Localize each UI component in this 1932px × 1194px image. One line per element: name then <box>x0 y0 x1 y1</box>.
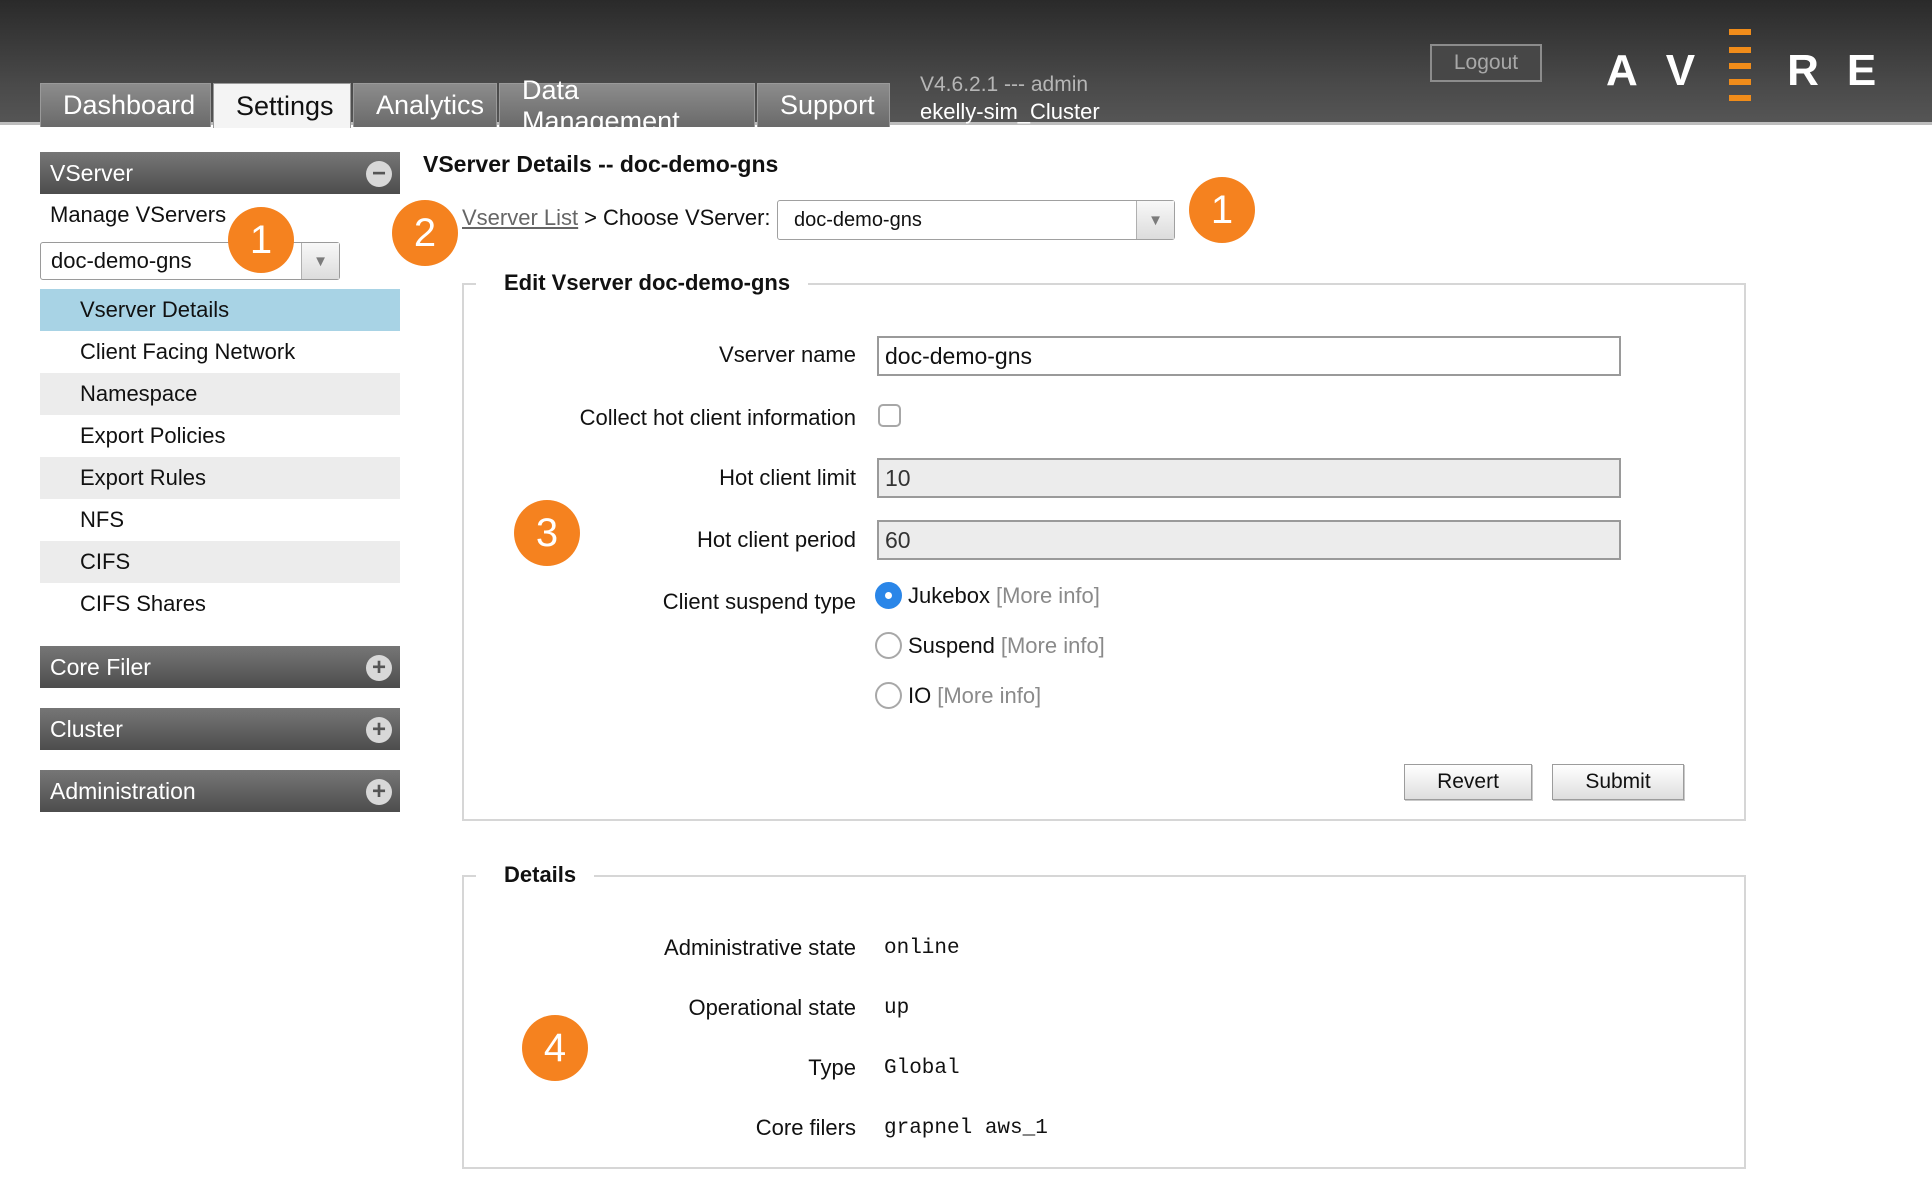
logo-letter-e: E <box>1846 46 1877 95</box>
radio-jukebox[interactable] <box>875 582 902 609</box>
core-filers-value: grapnel aws_1 <box>884 1117 1048 1140</box>
logo-e-mark-icon <box>1729 29 1752 113</box>
choose-vserver-value: doc-demo-gns <box>794 208 922 231</box>
type-label: Type <box>808 1055 856 1080</box>
vserver-name-label: Vserver name <box>719 342 856 367</box>
collect-hot-client-label: Collect hot client information <box>579 405 856 430</box>
breadcrumb: Vserver List > Choose VServer: <box>462 205 771 231</box>
top-header: Dashboard Settings Analytics Data Manage… <box>0 0 1932 136</box>
callout-badge-1-sidebar: 1 <box>228 207 294 273</box>
radio-io[interactable] <box>875 682 902 709</box>
hot-client-period-input[interactable] <box>877 520 1621 560</box>
submit-button[interactable]: Submit <box>1552 764 1684 800</box>
callout-badge-3: 3 <box>514 500 580 566</box>
tab-dashboard[interactable]: Dashboard <box>40 83 211 127</box>
manage-vservers-label: Manage VServers <box>50 202 227 227</box>
radio-option-suspend[interactable]: Suspend [More info] <box>875 632 1105 659</box>
sidebar-item-cifs-shares[interactable]: CIFS Shares <box>40 583 400 625</box>
hot-client-limit-input[interactable] <box>877 458 1621 498</box>
tab-analytics[interactable]: Analytics <box>353 83 497 127</box>
core-filers-label: Core filers <box>755 1115 856 1140</box>
radio-label: IO <box>908 682 932 708</box>
operational-state-label: Operational state <box>688 995 856 1020</box>
radio-label: Jukebox <box>908 582 990 608</box>
main-tabs: Dashboard Settings Analytics Data Manage… <box>40 75 892 136</box>
vserver-select[interactable]: doc-demo-gns ▼ <box>40 242 340 280</box>
details-panel-legend: Details <box>476 862 595 888</box>
administrative-state-label: Administrative state <box>664 935 856 960</box>
operational-state-value: up <box>884 997 910 1020</box>
revert-button[interactable]: Revert <box>1404 764 1532 800</box>
hot-client-limit-label: Hot client limit <box>719 465 856 490</box>
page-title: VServer Details -- doc-demo-gns <box>423 151 779 177</box>
tab-data-management[interactable]: Data Management <box>499 75 755 136</box>
expand-icon[interactable]: + <box>366 717 392 743</box>
version-info: V4.6.2.1 --- admin <box>920 73 1089 96</box>
logout-button[interactable]: Logout <box>1430 44 1542 82</box>
vserver-list-link[interactable]: Vserver List <box>462 205 578 231</box>
sidebar-item-namespace[interactable]: Namespace <box>40 373 400 415</box>
logo-letter-v: V <box>1665 46 1696 95</box>
chevron-down-icon[interactable]: ▼ <box>301 243 339 279</box>
callout-badge-2: 2 <box>392 200 458 266</box>
vserver-name-input[interactable] <box>877 336 1621 376</box>
sidebar-section-label: Cluster <box>50 715 123 742</box>
sidebar-section-core-filer[interactable]: Core Filer + <box>40 646 400 688</box>
sidebar-item-export-rules[interactable]: Export Rules <box>40 457 400 499</box>
breadcrumb-separator: > <box>584 205 598 230</box>
collapse-icon[interactable]: − <box>366 161 392 187</box>
avere-logo: A V R E <box>1606 29 1904 106</box>
more-info-link[interactable]: [More info] <box>996 583 1100 609</box>
logo-letter-a: A <box>1606 46 1638 95</box>
choose-vserver-select[interactable]: doc-demo-gns ▼ <box>777 200 1175 240</box>
sidebar-section-cluster[interactable]: Cluster + <box>40 708 400 750</box>
radio-label: Suspend <box>908 632 995 658</box>
logo-letter-r: R <box>1787 46 1819 95</box>
expand-icon[interactable]: + <box>366 779 392 805</box>
hot-client-period-label: Hot client period <box>697 527 856 552</box>
radio-option-jukebox[interactable]: Jukebox [More info] <box>875 582 1100 609</box>
sidebar-item-client-facing-network[interactable]: Client Facing Network <box>40 331 400 373</box>
sidebar-item-cifs[interactable]: CIFS <box>40 541 400 583</box>
sidebar-item-vserver-details[interactable]: Vserver Details <box>40 289 400 331</box>
cluster-name: ekelly-sim_Cluster <box>920 99 1100 124</box>
tab-settings[interactable]: Settings <box>213 83 351 128</box>
chevron-down-icon[interactable]: ▼ <box>1136 201 1174 239</box>
more-info-link[interactable]: [More info] <box>937 683 1041 709</box>
sidebar-section-label: Core Filer <box>50 653 151 680</box>
choose-vserver-label: Choose VServer: <box>603 205 771 230</box>
radio-suspend[interactable] <box>875 632 902 659</box>
sidebar-item-export-policies[interactable]: Export Policies <box>40 415 400 457</box>
callout-badge-4: 4 <box>522 1015 588 1081</box>
expand-icon[interactable]: + <box>366 655 392 681</box>
sidebar-section-label: Administration <box>50 777 196 804</box>
more-info-link[interactable]: [More info] <box>1001 633 1105 659</box>
sidebar-section-vserver[interactable]: VServer − <box>40 152 400 194</box>
collect-hot-client-checkbox[interactable] <box>878 404 901 427</box>
sidebar-nav: Vserver Details Client Facing Network Na… <box>40 289 400 625</box>
sidebar-section-label: VServer <box>50 159 134 186</box>
radio-option-io[interactable]: IO [More info] <box>875 682 1041 709</box>
sidebar-section-administration[interactable]: Administration + <box>40 770 400 812</box>
edit-panel-legend: Edit Vserver doc-demo-gns <box>476 270 809 296</box>
administrative-state-value: online <box>884 937 960 960</box>
type-value: Global <box>884 1057 960 1080</box>
vserver-select-value: doc-demo-gns <box>51 248 192 273</box>
callout-badge-1-main: 1 <box>1189 177 1255 243</box>
client-suspend-type-label: Client suspend type <box>662 589 856 614</box>
details-panel <box>462 875 1746 1169</box>
tab-support[interactable]: Support <box>757 83 890 127</box>
sidebar-item-nfs[interactable]: NFS <box>40 499 400 541</box>
